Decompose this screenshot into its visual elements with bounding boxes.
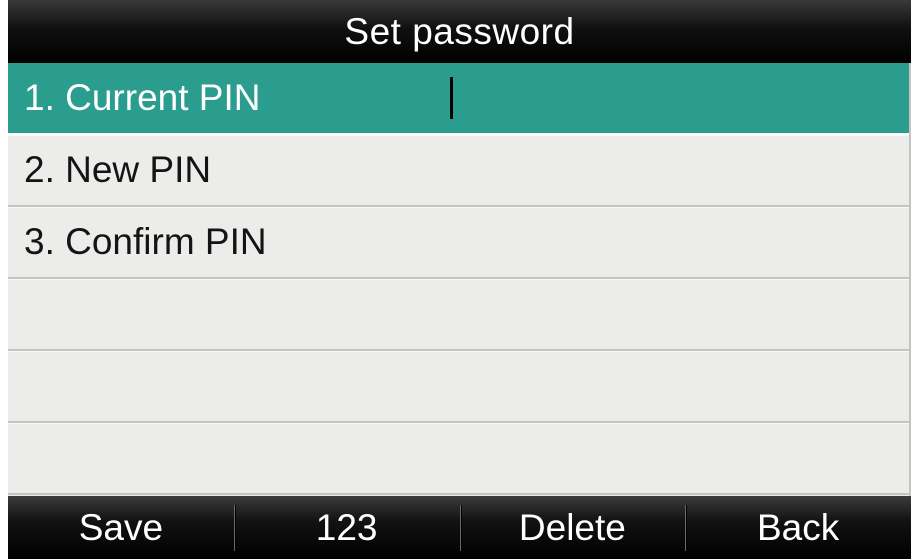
new-pin-label: 2. New PIN — [24, 149, 212, 190]
confirm-pin-label: 3. Confirm PIN — [24, 221, 267, 262]
back-button[interactable]: Back — [685, 496, 911, 559]
scrollbar[interactable] — [909, 63, 911, 496]
current-pin-row[interactable]: 1. Current PIN — [8, 63, 911, 135]
title-bar: Set password — [8, 0, 911, 63]
current-pin-input[interactable] — [448, 63, 888, 133]
new-pin-row[interactable]: 2. New PIN — [8, 135, 911, 207]
text-cursor — [450, 77, 453, 119]
pin-field-list: 1. Current PIN 2. New PIN 3. Confirm PIN — [8, 63, 911, 495]
empty-row — [8, 423, 911, 495]
confirm-pin-row[interactable]: 3. Confirm PIN — [8, 207, 911, 279]
empty-row — [8, 351, 911, 423]
save-button[interactable]: Save — [8, 496, 234, 559]
input-mode-button[interactable]: 123 — [233, 496, 460, 559]
softkey-bar: Save 123 Delete Back — [8, 496, 911, 559]
page-title: Set password — [344, 10, 575, 52]
confirm-pin-input[interactable] — [448, 207, 888, 277]
empty-row — [8, 279, 911, 351]
delete-button[interactable]: Delete — [459, 496, 686, 559]
current-pin-label: 1. Current PIN — [24, 77, 261, 118]
new-pin-input[interactable] — [448, 135, 888, 205]
phone-screen: Set password 1. Current PIN 2. New PIN 3… — [8, 0, 911, 559]
